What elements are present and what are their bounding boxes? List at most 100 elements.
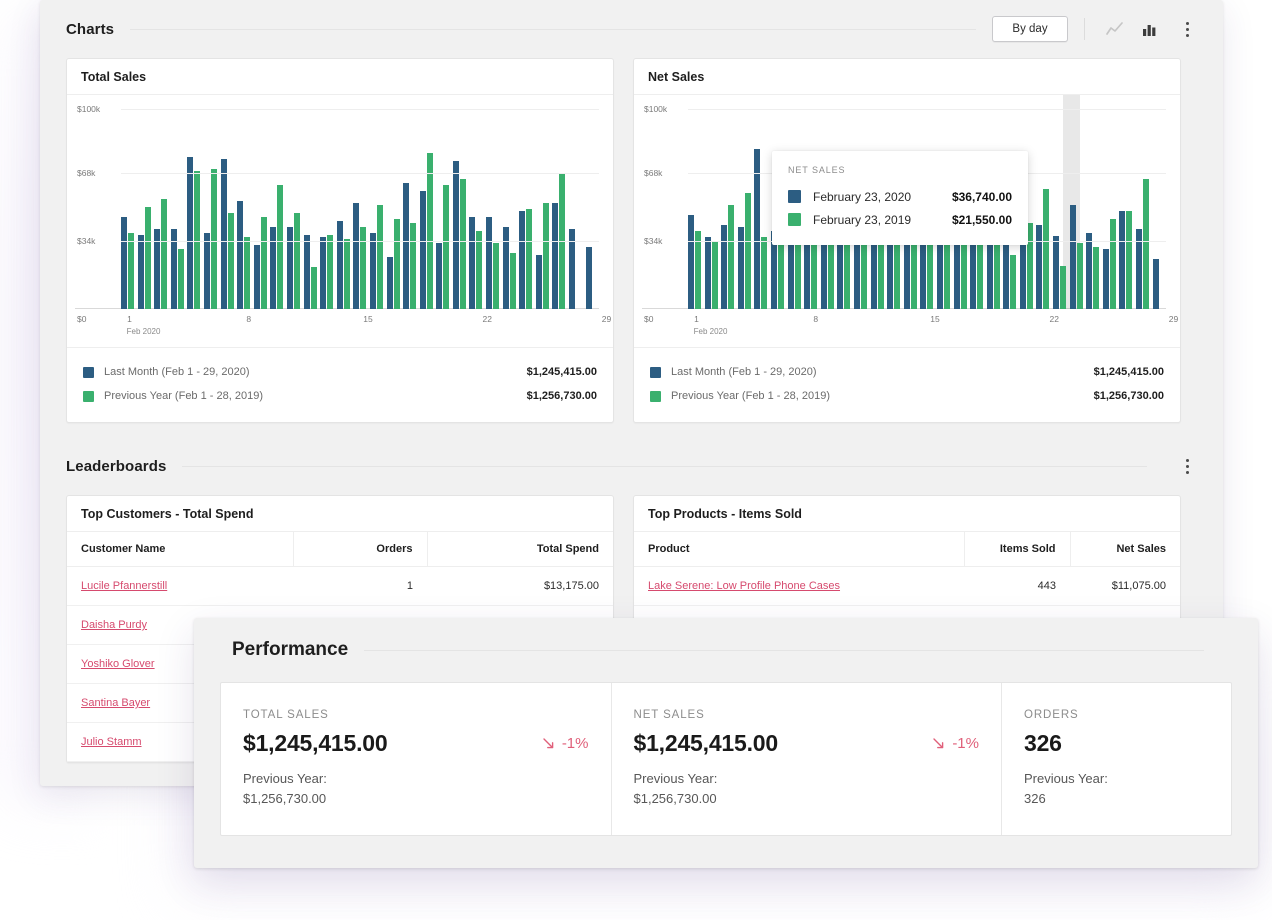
bar-group[interactable] bbox=[370, 109, 383, 309]
header-divider-rule bbox=[364, 650, 1204, 651]
controls-divider bbox=[1084, 18, 1085, 40]
bar-group[interactable] bbox=[1070, 109, 1083, 309]
column-header-items-sold[interactable]: Items Sold bbox=[964, 532, 1070, 567]
bar-group[interactable] bbox=[1153, 109, 1166, 309]
bar-group[interactable] bbox=[270, 109, 283, 309]
performance-previous: Previous Year: $1,256,730.00 bbox=[243, 769, 589, 809]
performance-previous: Previous Year: $1,256,730.00 bbox=[634, 769, 980, 809]
bar-previous-year bbox=[493, 243, 499, 309]
tooltip-title: NET SALES bbox=[788, 165, 1012, 175]
bar-current-year bbox=[469, 217, 475, 309]
bar-group[interactable] bbox=[1053, 109, 1066, 309]
bar-group[interactable] bbox=[403, 109, 416, 309]
x-axis-tick-label: 29 bbox=[602, 314, 611, 324]
column-header-product[interactable]: Product bbox=[634, 532, 964, 567]
performance-value: $1,245,415.00 bbox=[634, 730, 779, 757]
column-header-total-spend[interactable]: Total Spend bbox=[427, 532, 613, 567]
bar-group[interactable] bbox=[1086, 109, 1099, 309]
bar-group[interactable] bbox=[552, 109, 565, 309]
bar-current-year bbox=[436, 243, 442, 309]
bar-group[interactable] bbox=[320, 109, 333, 309]
x-axis-tick-label: 1 bbox=[127, 314, 132, 324]
bar-group[interactable] bbox=[469, 109, 482, 309]
bar-group[interactable] bbox=[420, 109, 433, 309]
bar-previous-year bbox=[745, 193, 751, 309]
performance-delta: -1% bbox=[542, 735, 589, 752]
customer-total-spend-value: $13,175.00 bbox=[427, 567, 613, 606]
bar-group[interactable] bbox=[353, 109, 366, 309]
bar-group[interactable] bbox=[569, 109, 582, 309]
customer-name-link[interactable]: Julio Stamm bbox=[81, 736, 142, 748]
bar-previous-year bbox=[128, 233, 134, 309]
gridline bbox=[121, 241, 599, 242]
customer-name-link[interactable]: Lucile Pfannerstill bbox=[81, 580, 167, 592]
bar-current-year bbox=[353, 203, 359, 309]
bar-group[interactable] bbox=[688, 109, 701, 309]
bar-group[interactable] bbox=[754, 109, 767, 309]
performance-previous-label: Previous Year: bbox=[634, 771, 718, 786]
column-header-net-sales[interactable]: Net Sales bbox=[1070, 532, 1180, 567]
bar-group[interactable] bbox=[187, 109, 200, 309]
bar-group[interactable] bbox=[204, 109, 217, 309]
customer-name-link[interactable]: Santina Bayer bbox=[81, 697, 150, 709]
total-sales-bars bbox=[121, 109, 599, 309]
bar-group[interactable] bbox=[536, 109, 549, 309]
x-axis-label: Feb 2020 bbox=[127, 327, 161, 336]
column-header-orders[interactable]: Orders bbox=[293, 532, 427, 567]
bar-group[interactable] bbox=[387, 109, 400, 309]
bar-group[interactable] bbox=[705, 109, 718, 309]
bar-group[interactable] bbox=[721, 109, 734, 309]
period-select[interactable]: By day bbox=[992, 16, 1068, 42]
bar-previous-year bbox=[543, 203, 549, 309]
legend-swatch-previous-icon bbox=[83, 391, 94, 402]
x-axis-tick-label: 15 bbox=[363, 314, 372, 324]
bar-group[interactable] bbox=[486, 109, 499, 309]
bar-group[interactable] bbox=[304, 109, 317, 309]
bar-group[interactable] bbox=[287, 109, 300, 309]
bar-previous-year bbox=[443, 185, 449, 309]
bar-group[interactable] bbox=[1136, 109, 1149, 309]
bar-group[interactable] bbox=[738, 109, 751, 309]
bar-group[interactable] bbox=[237, 109, 250, 309]
leaderboards-menu-icon[interactable] bbox=[1177, 453, 1197, 479]
bar-group[interactable] bbox=[503, 109, 516, 309]
bar-current-year bbox=[204, 233, 210, 309]
bar-group[interactable] bbox=[337, 109, 350, 309]
bar-previous-year bbox=[1060, 266, 1066, 309]
bar-group[interactable] bbox=[121, 109, 134, 309]
line-chart-icon[interactable] bbox=[1101, 16, 1127, 42]
product-name-link[interactable]: Lake Serene: Low Profile Phone Cases bbox=[648, 580, 840, 592]
bar-group[interactable] bbox=[436, 109, 449, 309]
bar-group[interactable] bbox=[586, 109, 599, 309]
bar-group[interactable] bbox=[154, 109, 167, 309]
bar-group[interactable] bbox=[1103, 109, 1116, 309]
bar-previous-year bbox=[1143, 179, 1149, 309]
bar-group[interactable] bbox=[138, 109, 151, 309]
legend-swatch-current-icon bbox=[650, 367, 661, 378]
bar-group[interactable] bbox=[1119, 109, 1132, 309]
total-sales-card-title: Total Sales bbox=[67, 59, 613, 95]
bar-previous-year bbox=[294, 213, 300, 309]
bar-current-year bbox=[138, 235, 144, 309]
bar-group[interactable] bbox=[171, 109, 184, 309]
bar-group[interactable] bbox=[1036, 109, 1049, 309]
charts-menu-icon[interactable] bbox=[1177, 16, 1197, 42]
bar-group[interactable] bbox=[519, 109, 532, 309]
column-header-customer-name[interactable]: Customer Name bbox=[67, 532, 293, 567]
bar-chart-icon[interactable] bbox=[1137, 16, 1163, 42]
bar-current-year bbox=[1053, 236, 1059, 309]
customer-name-link[interactable]: Yoshiko Glover bbox=[81, 658, 155, 670]
charts-header-controls: By day bbox=[992, 16, 1197, 42]
customer-name-link[interactable]: Daisha Purdy bbox=[81, 619, 147, 631]
y-axis-tick-label: $34k bbox=[644, 236, 662, 246]
legend-value-previous: $1,256,730.00 bbox=[1094, 390, 1164, 402]
charts-section-title: Charts bbox=[66, 21, 114, 38]
bar-previous-year bbox=[410, 223, 416, 309]
bar-group[interactable] bbox=[221, 109, 234, 309]
bar-group[interactable] bbox=[453, 109, 466, 309]
legend-label-previous: Previous Year (Feb 1 - 28, 2019) bbox=[104, 390, 527, 402]
bar-previous-year bbox=[1110, 219, 1116, 309]
gridline bbox=[688, 109, 1166, 110]
bar-current-year bbox=[1003, 235, 1009, 309]
bar-group[interactable] bbox=[254, 109, 267, 309]
